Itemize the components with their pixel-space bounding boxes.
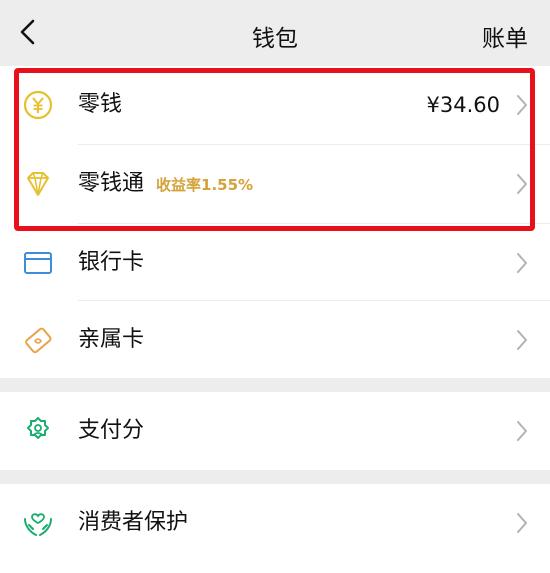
- bill-button[interactable]: 账单: [482, 19, 528, 53]
- chevron-right-icon: [517, 513, 527, 533]
- consumer-protection-icon: [24, 513, 52, 536]
- wallet-page: 钱包 账单 零钱 ¥34.60 零钱通 收益率1.55% 银行卡 亲属卡 支付分…: [0, 0, 550, 573]
- yield-rate: 收益率1.55%: [156, 176, 254, 194]
- change-balance: ¥34.60: [426, 93, 500, 117]
- nav-bar: 钱包 账单: [0, 0, 550, 66]
- bank-card-icon: [24, 252, 52, 274]
- wallet-main-group: 零钱 ¥34.60 零钱通 收益率1.55% 银行卡 亲属卡: [0, 66, 550, 378]
- page-title: 钱包: [252, 26, 298, 52]
- row-change-plus-label: 零钱通 收益率1.55%: [78, 168, 253, 201]
- pay-score-icon: [27, 417, 49, 439]
- chevron-right-icon: [517, 421, 527, 441]
- row-consumer-protection[interactable]: 消费者保护: [0, 484, 550, 562]
- chevron-right-icon: [517, 95, 527, 115]
- row-change-plus[interactable]: 零钱通 收益率1.55%: [0, 145, 550, 223]
- row-change[interactable]: 零钱 ¥34.60: [0, 66, 550, 144]
- row-consumer-protection-label: 消费者保护: [78, 510, 189, 535]
- family-card-icon: [25, 327, 52, 354]
- yuan-coin-icon: [23, 90, 53, 120]
- row-family-card[interactable]: 亲属卡: [0, 301, 550, 379]
- consumer-protection-group: 消费者保护: [0, 484, 550, 573]
- row-family-card-label: 亲属卡: [78, 327, 145, 352]
- pay-score-group: 支付分: [0, 392, 550, 470]
- row-pay-score[interactable]: 支付分: [0, 392, 550, 470]
- row-bank-card-label: 银行卡: [78, 250, 145, 275]
- row-pay-score-label: 支付分: [78, 418, 145, 443]
- row-change-label: 零钱: [78, 92, 123, 117]
- diamond-icon: [27, 172, 49, 196]
- chevron-right-icon: [517, 174, 527, 194]
- chevron-right-icon: [517, 330, 527, 350]
- chevron-right-icon: [517, 253, 527, 273]
- row-bank-card[interactable]: 银行卡: [0, 224, 550, 302]
- row-change-plus-title: 零钱通: [78, 171, 145, 196]
